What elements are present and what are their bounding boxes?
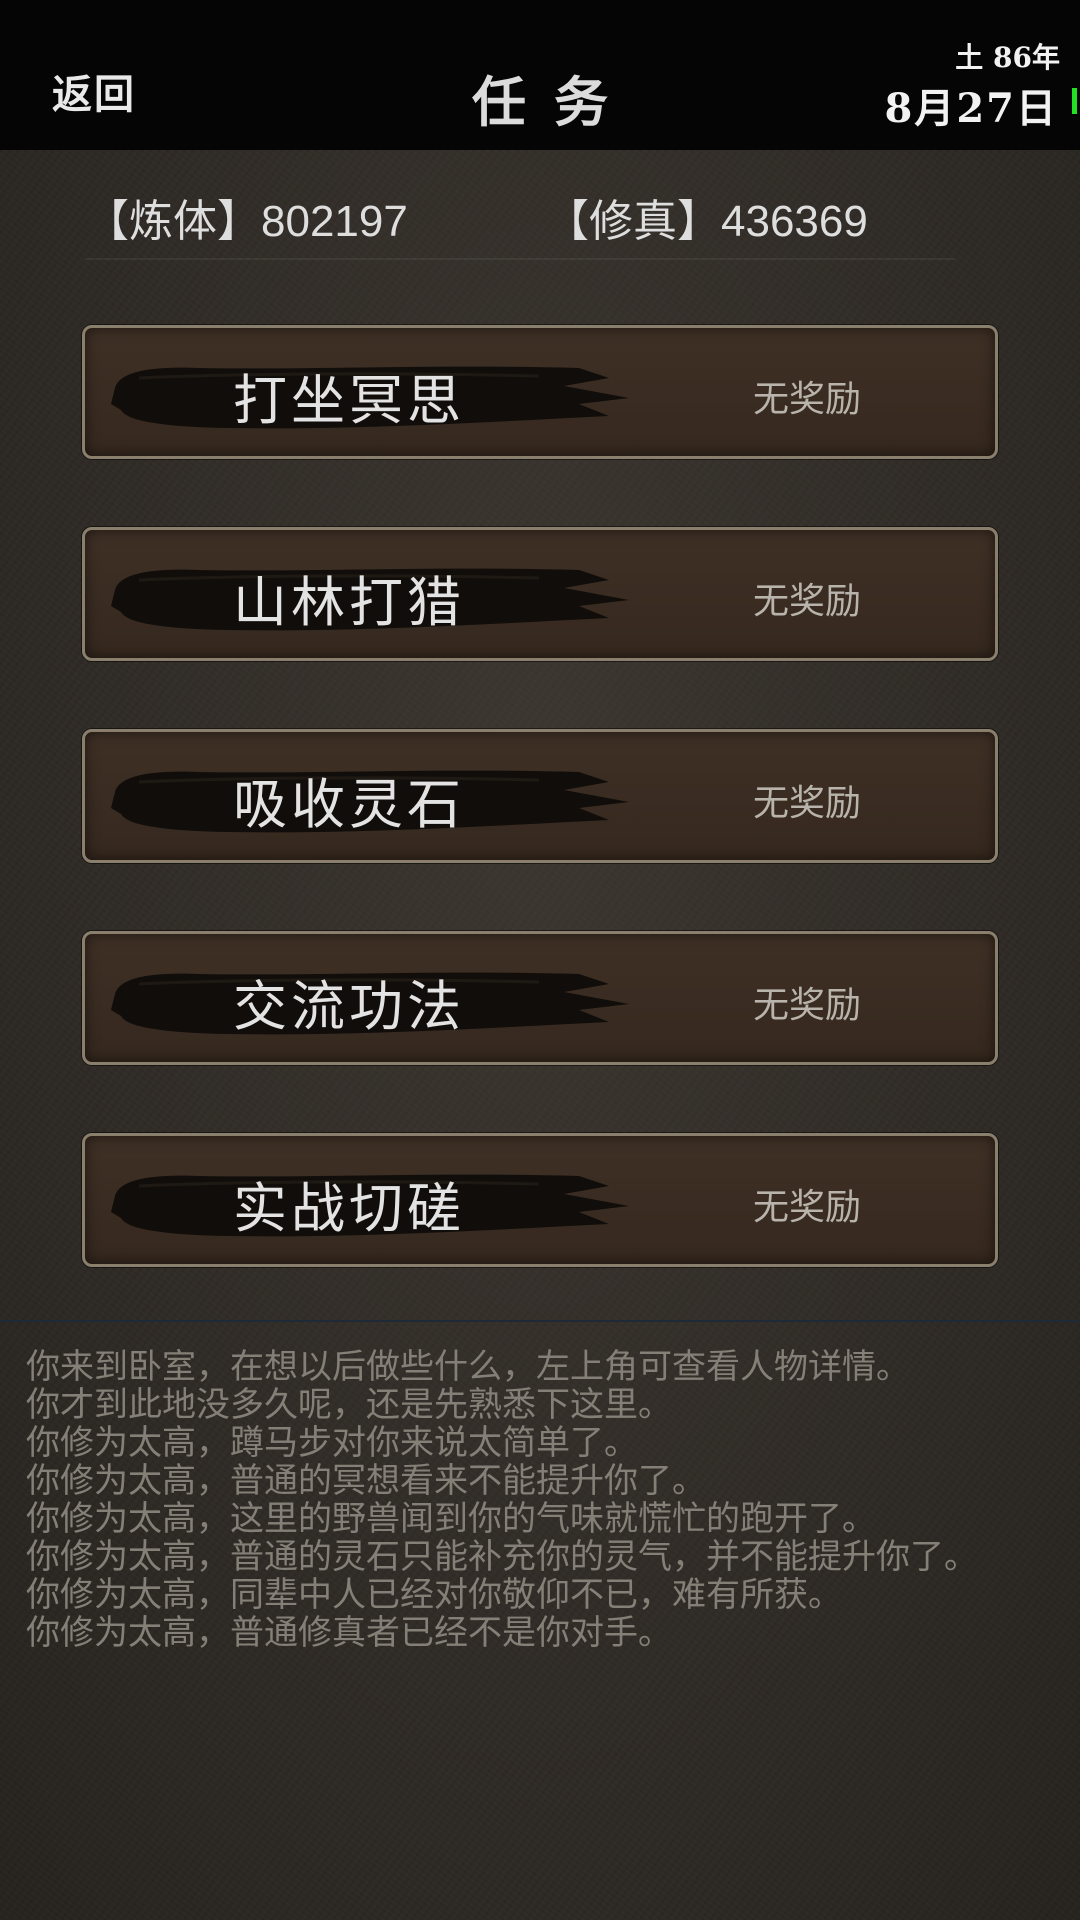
log-line: 你修为太高，蹲马步对你来说太简单了。	[26, 1423, 638, 1463]
body-refining-stat: 【炼体】802197	[85, 197, 408, 246]
log-line: 你来到卧室，在想以后做些什么，左上角可查看人物详情。	[26, 1347, 910, 1387]
task-button-exchange-techniques[interactable]: 交流功法 无奖励	[82, 931, 998, 1065]
log-line: 你修为太高，普通修真者已经不是你对手。	[26, 1613, 672, 1653]
cultivation-stat: 【修真】436369	[545, 197, 868, 246]
task-name: 山林打猎	[233, 571, 465, 634]
log-line: 你修为太高，同辈中人已经对你敬仰不已，难有所获。	[26, 1575, 842, 1615]
task-button-sparring[interactable]: 实战切磋 无奖励	[82, 1133, 998, 1267]
task-screen: 返回 任务 土 86年 8月27日 【炼体】802197 【修真】436369 …	[0, 0, 1080, 1920]
date-day: 8月27日	[884, 85, 1058, 132]
task-button-absorb-stone[interactable]: 吸收灵石 无奖励	[82, 729, 998, 863]
stats-row: 【炼体】802197 【修真】436369	[85, 180, 955, 260]
log-divider	[0, 1320, 1080, 1322]
task-name: 交流功法	[233, 975, 465, 1038]
log-line: 你修为太高，普通的灵石只能补充你的灵气，并不能提升你了。	[26, 1537, 978, 1577]
battery-indicator	[1072, 88, 1077, 114]
task-reward: 无奖励	[753, 581, 862, 622]
task-reward: 无奖励	[753, 379, 862, 420]
message-log: 你来到卧室，在想以后做些什么，左上角可查看人物详情。 你才到此地没多久呢，还是先…	[26, 1348, 1056, 1652]
task-button-meditate[interactable]: 打坐冥思 无奖励	[82, 325, 998, 459]
stats-divider	[85, 258, 955, 260]
log-line: 你修为太高，普通的冥想看来不能提升你了。	[26, 1461, 706, 1501]
task-name: 吸收灵石	[233, 773, 465, 836]
top-bar: 返回 任务 土 86年 8月27日	[0, 0, 1080, 150]
log-line: 你修为太高，这里的野兽闻到你的气味就慌忙的跑开了。	[26, 1499, 876, 1539]
task-reward: 无奖励	[753, 985, 862, 1026]
task-name: 实战切磋	[233, 1177, 465, 1240]
log-line: 你才到此地没多久呢，还是先熟悉下这里。	[26, 1385, 672, 1425]
task-reward: 无奖励	[753, 1187, 862, 1228]
date-year: 土 86年	[955, 41, 1060, 74]
task-button-hunt[interactable]: 山林打猎 无奖励	[82, 527, 998, 661]
task-reward: 无奖励	[753, 783, 862, 824]
task-name: 打坐冥思	[233, 369, 465, 432]
